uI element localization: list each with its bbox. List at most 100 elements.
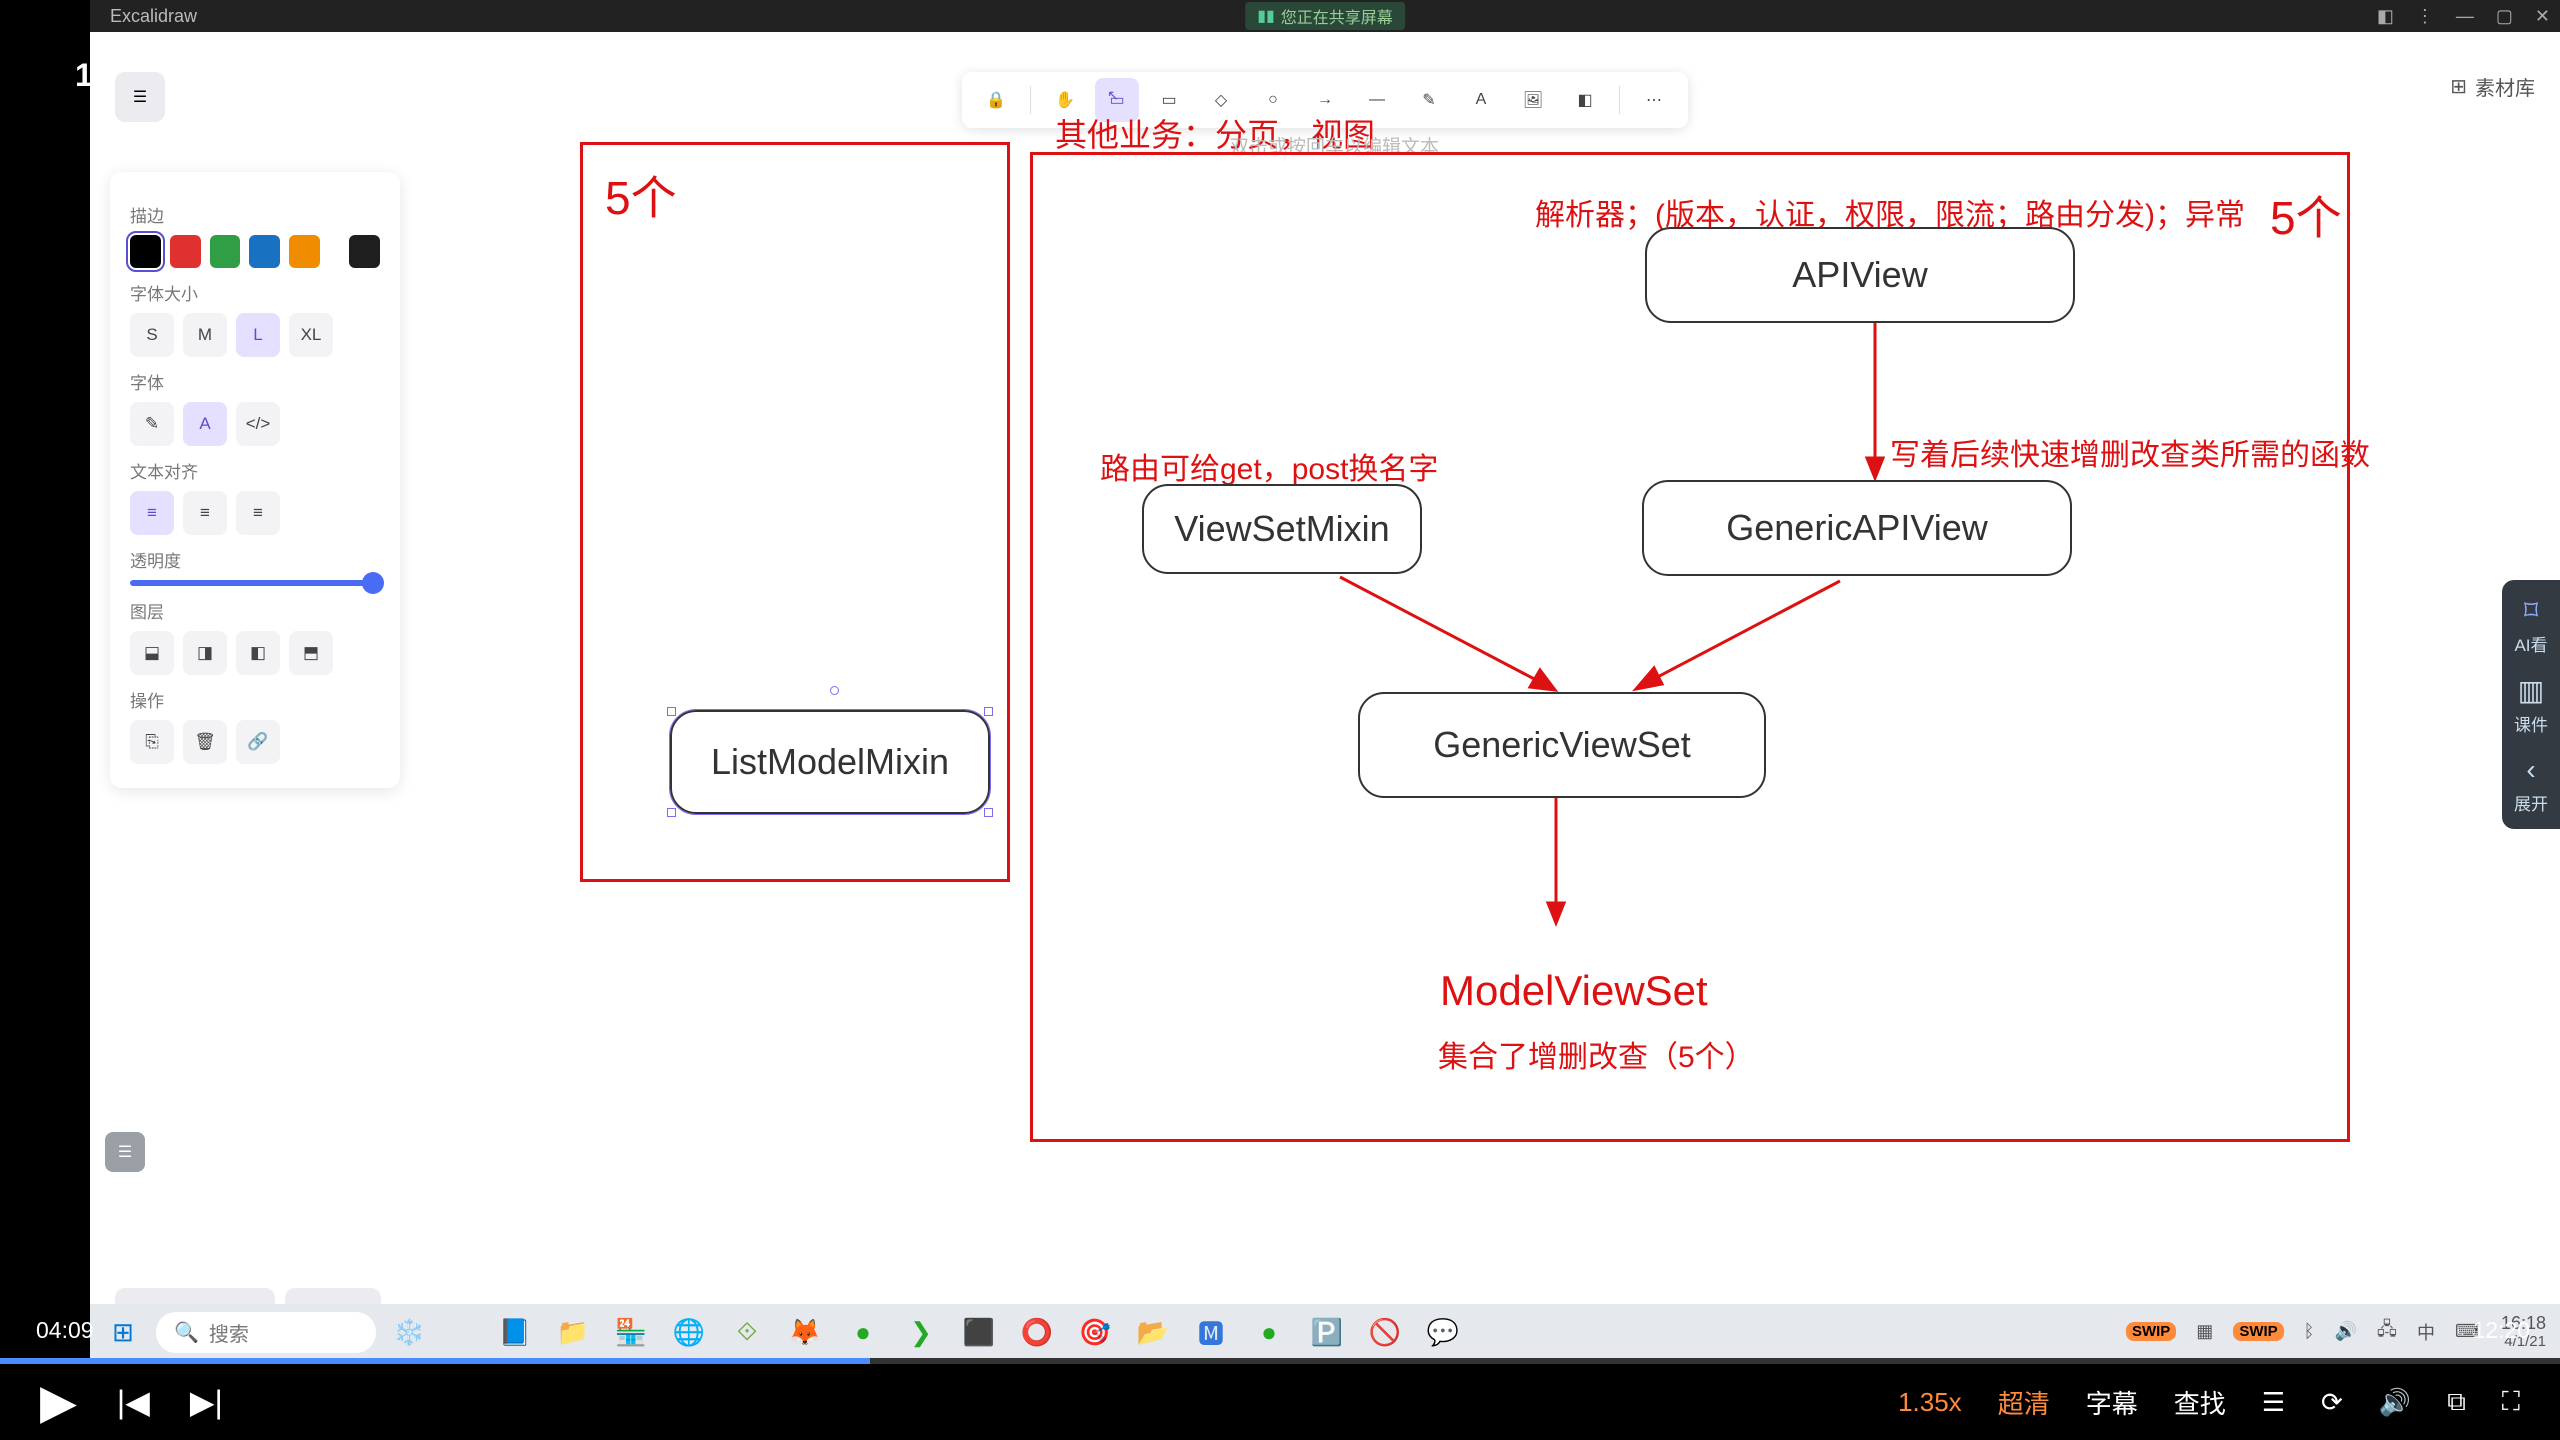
fontsize-xl[interactable]: XL — [289, 313, 333, 357]
opacity-slider[interactable] — [130, 580, 380, 586]
task-wechat[interactable]: 💬 — [1418, 1310, 1468, 1354]
color-blue[interactable] — [249, 235, 280, 268]
layer-forward[interactable]: ◧ — [236, 631, 280, 675]
fontsize-m[interactable]: M — [183, 313, 227, 357]
task-app2[interactable]: ⬛ — [954, 1310, 1004, 1354]
arrow-gvs-mvs[interactable] — [1546, 798, 1566, 928]
align-left[interactable]: ≡ — [130, 491, 174, 535]
speed-button[interactable]: 1.35x — [1898, 1387, 1962, 1418]
eraser-tool[interactable]: ◧ — [1563, 78, 1607, 122]
quality-button[interactable]: 超清 — [1998, 1384, 2050, 1421]
find-button[interactable]: 查找 — [2174, 1384, 2226, 1421]
font-code[interactable]: </> — [236, 402, 280, 446]
network-icon[interactable]: 🖧 — [2377, 1317, 2397, 1347]
color-orange[interactable] — [289, 235, 320, 268]
task-app3[interactable]: 🅼 — [1186, 1310, 1236, 1354]
draw-tool[interactable]: ✎ — [1407, 78, 1451, 122]
close-icon[interactable]: ✕ — [2535, 6, 2550, 27]
bluetooth-icon[interactable]: ᛒ — [2304, 1321, 2315, 1342]
ime-indicator[interactable]: 中 — [2417, 1319, 2435, 1345]
play-button[interactable]: ▶ — [40, 1374, 77, 1430]
volume-icon[interactable]: 🔊 — [2379, 1387, 2411, 1418]
layer-backward[interactable]: ◨ — [183, 631, 227, 675]
swip-badge-2: SWIP — [2233, 1322, 2283, 1341]
sidebar-courseware[interactable]: ▥课件 — [2514, 674, 2548, 736]
image-tool[interactable]: 🖼 — [1511, 78, 1555, 122]
op-link[interactable]: 🔗 — [236, 720, 280, 764]
prev-button[interactable]: |◀ — [117, 1383, 150, 1421]
color-current[interactable] — [349, 235, 380, 268]
sidebar-expand[interactable]: ‹展开 — [2514, 754, 2548, 815]
align-center[interactable]: ≡ — [183, 491, 227, 535]
op-delete[interactable]: 🗑 — [183, 720, 227, 764]
font-hand[interactable]: ✎ — [130, 402, 174, 446]
task-green2[interactable]: ● — [1244, 1310, 1294, 1354]
minimize-icon[interactable]: — — [2456, 6, 2474, 27]
fontsize-l[interactable]: L — [236, 313, 280, 357]
tray-app-icon[interactable]: ▦ — [2196, 1321, 2213, 1342]
extension-icon[interactable]: ◧ — [2377, 6, 2394, 27]
menu-dots-icon[interactable]: ⋮ — [2416, 6, 2434, 27]
node-genericviewset[interactable]: GenericViewSet — [1358, 692, 1766, 798]
task-term[interactable]: ❯ — [896, 1310, 946, 1354]
text-tool[interactable]: A — [1459, 78, 1503, 122]
task-snow[interactable]: ❄️ — [384, 1310, 434, 1354]
node-viewsetmixin[interactable]: ViewSetMixin — [1142, 484, 1422, 574]
opacity-label: 透明度 — [130, 547, 380, 572]
browser-right-icons: ◧ ⋮ — ▢ ✕ — [2377, 6, 2550, 27]
screen-share-banner[interactable]: ▮▮ 您正在共享屏幕 — [1245, 2, 1405, 30]
layer-back[interactable]: ⬓ — [130, 631, 174, 675]
arrow-gav-gvs[interactable] — [1630, 576, 1850, 702]
ai-look-icon: ⌑ — [2524, 594, 2538, 627]
node-genericapiview[interactable]: GenericAPIView — [1642, 480, 2072, 576]
fontsize-label: 字体大小 — [130, 280, 380, 305]
task-obs[interactable]: ⭕ — [1012, 1310, 1062, 1354]
next-button[interactable]: ▶| — [190, 1383, 223, 1421]
task-vscode[interactable]: ⟐ — [722, 1310, 772, 1354]
taskbar-search[interactable]: 🔍搜索 — [156, 1312, 376, 1353]
start-button[interactable]: ⊞ — [98, 1310, 148, 1354]
task-edge[interactable]: 🌐 — [664, 1310, 714, 1354]
bars-icon: ▮▮ — [1257, 6, 1275, 26]
loop-icon[interactable]: ⟳ — [2321, 1387, 2343, 1418]
task-firefox[interactable]: 🦊 — [780, 1310, 830, 1354]
modelviewset-title: ModelViewSet — [1440, 967, 1708, 1015]
maximize-icon[interactable]: ▢ — [2496, 6, 2513, 27]
task-app4[interactable]: 🚫 — [1360, 1310, 1410, 1354]
more-tools[interactable]: ⋯ — [1632, 78, 1676, 122]
subtitle-button[interactable]: 字幕 — [2086, 1384, 2138, 1421]
right-sidebar: ⌑AI看 ▥课件 ‹展开 — [2502, 580, 2560, 829]
task-chrome[interactable]: 🎯 — [1070, 1310, 1120, 1354]
notes-toggle[interactable]: ☰ — [105, 1132, 145, 1172]
task-folder2[interactable]: 📂 — [1128, 1310, 1178, 1354]
op-duplicate[interactable]: ⎘ — [130, 720, 174, 764]
fontsize-s[interactable]: S — [130, 313, 174, 357]
color-red[interactable] — [170, 235, 201, 268]
arrow-api-generic[interactable] — [1865, 323, 1885, 483]
excalidraw-canvas[interactable]: ☰ ⊞ 素材库 🔒 ✋ ▭↖ ▭ ◇ ○ → — ✎ A 🖼 ◧ ⋯ 描边 — [90, 32, 2560, 1360]
color-black[interactable] — [130, 235, 161, 268]
layer-front[interactable]: ⬒ — [289, 631, 333, 675]
align-right[interactable]: ≡ — [236, 491, 280, 535]
arrow-vsm-gvs[interactable] — [1330, 572, 1570, 702]
node-listmodelmixin[interactable]: ListModelMixin — [670, 710, 990, 814]
lock-tool[interactable]: 🔒 — [974, 78, 1018, 122]
task-green1[interactable]: ● — [838, 1310, 888, 1354]
font-normal[interactable]: A — [183, 402, 227, 446]
task-pycharm[interactable]: 🅿️ — [1302, 1310, 1352, 1354]
task-store[interactable]: 🏪 — [606, 1310, 656, 1354]
fullscreen-icon[interactable]: ⛶ — [2502, 1386, 2520, 1418]
color-green[interactable] — [210, 235, 241, 268]
windows-taskbar: ⊞ 🔍搜索 ❄️ 📘 📁 🏪 🌐 ⟐ 🦊 ● ❯ ⬛ ⭕ 🎯 📂 🅼 ● 🅿️ … — [90, 1304, 2560, 1360]
swip-badge-1: SWIP — [2126, 1322, 2176, 1341]
total-time: 12:20 — [2472, 1317, 2530, 1344]
sidebar-ai[interactable]: ⌑AI看 — [2514, 594, 2547, 656]
volume-tray-icon[interactable]: 🔊 — [2334, 1321, 2356, 1342]
node-apiview[interactable]: APIView — [1645, 227, 2075, 323]
hamburger-menu[interactable]: ☰ — [115, 72, 165, 122]
task-explorer[interactable]: 📁 — [548, 1310, 598, 1354]
task-app1[interactable]: 📘 — [490, 1310, 540, 1354]
playlist-icon[interactable]: ☰ — [2262, 1387, 2285, 1418]
pip-icon[interactable]: ⧉ — [2447, 1386, 2466, 1418]
library-button[interactable]: ⊞ 素材库 — [2450, 72, 2535, 101]
